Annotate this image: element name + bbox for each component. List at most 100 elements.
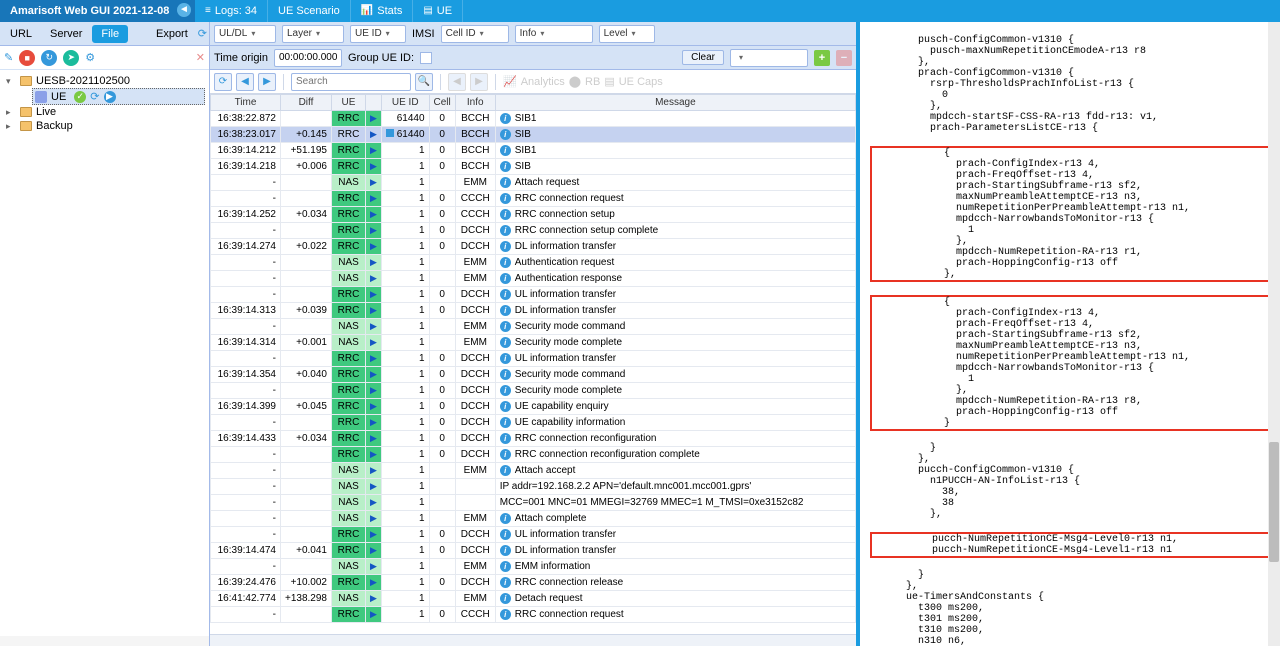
col-dir[interactable] <box>366 95 382 111</box>
table-row[interactable]: -RRC▶10DCCHiSecurity mode complete <box>211 383 856 399</box>
tab-ue[interactable]: ▤ UE <box>413 0 463 22</box>
tab-logs[interactable]: ≡ Logs: 34 <box>195 0 268 22</box>
col-time[interactable]: Time <box>211 95 281 111</box>
table-row[interactable]: -RRC▶10DCCHiUL information transfer <box>211 351 856 367</box>
info-icon: i <box>500 289 511 300</box>
time-origin-input[interactable] <box>274 49 342 67</box>
tab-ue-scenario[interactable]: UE Scenario <box>268 0 351 22</box>
group-ueid-checkbox[interactable] <box>420 52 432 64</box>
table-row[interactable]: -NAS▶1MCC=001 MNC=01 MMEGI=32769 MMEC=1 … <box>211 495 856 511</box>
filter-info[interactable]: Info▾ <box>515 25 593 43</box>
filter-layer[interactable]: Layer▾ <box>282 25 344 43</box>
refresh-small-icon[interactable]: ⟳ <box>90 90 99 103</box>
table-row[interactable]: -NAS▶1EMMiAttach complete <box>211 511 856 527</box>
next-result-icon[interactable]: ▶ <box>470 73 488 91</box>
refresh-icon[interactable]: ⟳ <box>198 27 207 40</box>
export-button[interactable]: Export <box>148 26 196 42</box>
tree-live[interactable]: ▸ Live <box>4 105 205 119</box>
scrollbar-thumb[interactable] <box>1269 442 1279 562</box>
table-row[interactable]: -NAS▶1EMMiAuthentication response <box>211 271 856 287</box>
server-button[interactable]: Server <box>42 26 90 42</box>
tree-ue[interactable]: UE ✓ ⟳ ▶ <box>32 88 205 105</box>
table-row[interactable]: 16:39:14.474+0.041RRC▶10DCCHiDL informat… <box>211 543 856 559</box>
clear-button[interactable]: Clear <box>682 50 724 65</box>
table-row[interactable]: -NAS▶1EMMiEMM information <box>211 559 856 575</box>
col-message[interactable]: Message <box>495 95 855 111</box>
next-icon[interactable]: ▶ <box>258 73 276 91</box>
reload-icon[interactable]: ↻ <box>41 50 57 66</box>
tree-root[interactable]: ▾ UESB-2021102500 <box>4 74 205 88</box>
info-icon: i <box>500 257 511 268</box>
arrow-right-icon: ▶ <box>370 385 377 395</box>
wand-icon[interactable]: ✎ <box>4 51 13 64</box>
table-row[interactable]: -NAS▶1EMMiAuthentication request <box>211 255 856 271</box>
info-icon: i <box>500 369 511 380</box>
refresh-nav-icon[interactable]: ⟳ <box>214 73 232 91</box>
filter-cellid[interactable]: Cell ID▾ <box>441 25 509 43</box>
tree-backup[interactable]: ▸ Backup <box>4 119 205 133</box>
vertical-scrollbar[interactable] <box>1268 22 1280 646</box>
table-row[interactable]: 16:39:14.274+0.022RRC▶10DCCHiDL informat… <box>211 239 856 255</box>
marker-icon <box>386 129 394 137</box>
analytics-button[interactable]: Analytics <box>521 76 565 88</box>
filter-ueid[interactable]: UE ID▾ <box>350 25 406 43</box>
table-row[interactable]: -RRC▶10CCCHiRRC connection request <box>211 607 856 623</box>
filter-uldl[interactable]: UL/DL▾ <box>214 25 276 43</box>
file-button[interactable]: File <box>92 25 128 43</box>
table-row[interactable]: 16:39:14.313+0.039RRC▶10DCCHiDL informat… <box>211 303 856 319</box>
tab-stats[interactable]: 📊 Stats <box>351 0 414 22</box>
table-row[interactable]: -RRC▶10CCCHiRRC connection request <box>211 191 856 207</box>
table-row[interactable]: 16:39:14.399+0.045RRC▶10DCCHiUE capabili… <box>211 399 856 415</box>
table-row[interactable]: 16:39:14.433+0.034RRC▶10DCCHiRRC connect… <box>211 431 856 447</box>
table-row[interactable]: -NAS▶1EMMiAttach request <box>211 175 856 191</box>
table-row[interactable]: 16:38:23.017+0.145RRC▶ 614400BCCHiSIB <box>211 127 856 143</box>
table-row[interactable]: 16:41:42.774+138.298NAS▶1EMMiDetach requ… <box>211 591 856 607</box>
collapse-left-icon[interactable]: ◄ <box>177 3 191 17</box>
url-button[interactable]: URL <box>2 26 40 42</box>
col-ueid[interactable]: UE ID <box>381 95 429 111</box>
table-row[interactable]: 16:39:14.218+0.006RRC▶10BCCHiSIB <box>211 159 856 175</box>
col-cell[interactable]: Cell <box>429 95 455 111</box>
filter-level[interactable]: Level▾ <box>599 25 655 43</box>
prev-result-icon[interactable]: ◀ <box>448 73 466 91</box>
filter-select[interactable]: ▾ <box>730 49 808 67</box>
close-icon[interactable]: ✕ <box>196 51 205 64</box>
add-icon[interactable]: + <box>814 50 830 66</box>
table-row[interactable]: 16:39:24.476+10.002RRC▶10DCCHiRRC connec… <box>211 575 856 591</box>
play-action-icon[interactable]: ➤ <box>63 50 79 66</box>
play-icon[interactable]: ▶ <box>104 91 116 103</box>
uecaps-button[interactable]: UE Caps <box>619 76 663 88</box>
table-row[interactable]: -RRC▶10DCCHiUE capability information <box>211 415 856 431</box>
binoculars-icon[interactable]: 🔍 <box>415 73 433 91</box>
table-row[interactable]: -RRC▶10DCCHiRRC connection reconfigurati… <box>211 447 856 463</box>
table-row[interactable]: 16:39:14.252+0.034RRC▶10CCCHiRRC connect… <box>211 207 856 223</box>
col-ue[interactable]: UE <box>332 95 366 111</box>
prev-icon[interactable]: ◀ <box>236 73 254 91</box>
table-row[interactable]: -RRC▶10DCCHiUL information transfer <box>211 527 856 543</box>
log-grid[interactable]: Time Diff UE UE ID Cell Info Message 16:… <box>210 94 856 634</box>
table-row[interactable]: 16:39:14.314+0.001NAS▶1EMMiSecurity mode… <box>211 335 856 351</box>
col-info[interactable]: Info <box>455 95 495 111</box>
table-row[interactable]: -NAS▶1EMMiAttach accept <box>211 463 856 479</box>
horizontal-scrollbar[interactable] <box>210 634 856 646</box>
table-row[interactable]: -RRC▶10DCCHiRRC connection setup complet… <box>211 223 856 239</box>
top-tab-bar: Amarisoft Web GUI 2021-12-08 ◄ ≡ Logs: 3… <box>0 0 1280 22</box>
table-row[interactable]: -NAS▶1EMMiSecurity mode command <box>211 319 856 335</box>
arrow-right-icon: ▶ <box>370 449 377 459</box>
col-diff[interactable]: Diff <box>281 95 332 111</box>
table-row[interactable]: 16:38:22.872RRC▶614400BCCHiSIB1 <box>211 111 856 127</box>
info-icon: i <box>500 401 511 412</box>
table-row[interactable]: 16:39:14.354+0.040RRC▶10DCCHiSecurity mo… <box>211 367 856 383</box>
stop-icon[interactable]: ■ <box>19 50 35 66</box>
table-row[interactable]: 16:39:14.212+51.195RRC▶10BCCHiSIB1 <box>211 143 856 159</box>
file-tree: ▾ UESB-2021102500 UE ✓ ⟳ ▶ ▸ Live <box>0 70 209 636</box>
search-input[interactable] <box>291 73 411 91</box>
settings-icon[interactable]: ⚙ <box>85 51 95 64</box>
arrow-right-icon: ▶ <box>370 369 377 379</box>
rb-button[interactable]: RB <box>585 76 600 88</box>
table-row[interactable]: -RRC▶10DCCHiUL information transfer <box>211 287 856 303</box>
remove-icon[interactable]: − <box>836 50 852 66</box>
arrow-right-icon: ▶ <box>370 177 377 187</box>
left-toolbar: URL Server File Export ⟳ <box>0 22 209 46</box>
table-row[interactable]: -NAS▶1IP addr=192.168.2.2 APN='default.m… <box>211 479 856 495</box>
